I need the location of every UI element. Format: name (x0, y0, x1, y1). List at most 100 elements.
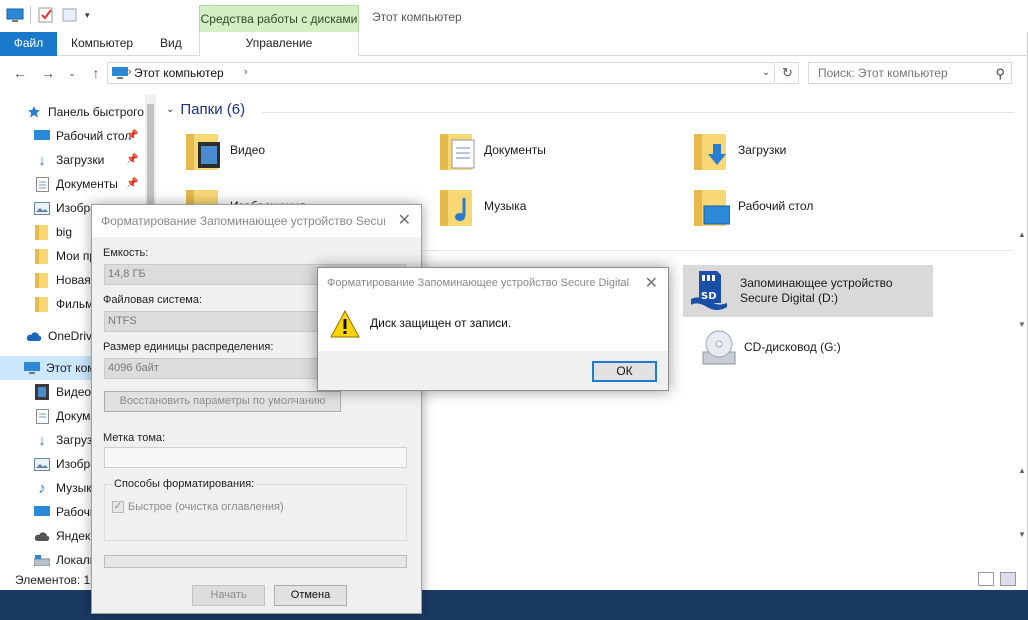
sidebar-item-music[interactable]: ♪ Музыка (34, 476, 98, 500)
tab-manage[interactable]: Управление (199, 32, 359, 56)
folder-item-desktop[interactable]: Рабочий стол (694, 186, 813, 226)
search-input[interactable] (809, 63, 989, 83)
content-scrollbar[interactable]: ▲ ▼ ▲ ▼ (1016, 94, 1028, 570)
new-folder-icon[interactable] (61, 6, 79, 24)
group-header-folders[interactable]: ⌄ Папки (6) (166, 101, 245, 118)
yadisk-icon (34, 528, 50, 544)
sidebar-item-label: Рабочий стол (56, 129, 132, 143)
dialog-title: Форматирование Запоминающее устройство S… (101, 214, 385, 228)
scroll-down-icon[interactable]: ▼ (1018, 530, 1026, 539)
checkbox-label: Быстрое (очистка оглавления) (128, 501, 284, 513)
folder-item-downloads[interactable]: Загрузки (694, 130, 786, 170)
sidebar-item-downloads[interactable]: ↓ Загрузки (34, 148, 104, 172)
star-icon (26, 104, 42, 120)
address-dropdown-icon[interactable]: ⌄ (757, 62, 775, 84)
sidebar-item-onedrive[interactable]: OneDrive (26, 324, 99, 348)
items-count: Элементов: 12 (15, 573, 97, 587)
allocation-label: Размер единицы распределения: (103, 341, 274, 353)
quick-format-checkbox[interactable]: ✓ Быстрое (очистка оглавления) (112, 501, 284, 513)
refresh-icon[interactable]: ↻ (777, 62, 799, 84)
scroll-down-icon[interactable]: ▼ (1018, 320, 1026, 329)
recent-dropdown-icon[interactable]: ⌄ (64, 65, 80, 81)
desktop-icon (34, 128, 50, 144)
folder-item-video[interactable]: Видео (186, 130, 265, 170)
pin-icon[interactable]: 📌 (126, 130, 138, 141)
music-folder-icon (440, 190, 472, 226)
toolbar-separator (30, 6, 31, 24)
drive-label-line2: Secure Digital (D:) (740, 291, 839, 305)
address-bar[interactable]: › Этот компьютер › (107, 62, 775, 84)
download-icon: ↓ (38, 431, 46, 449)
checkbox-checked-icon[interactable]: ✓ (112, 501, 124, 513)
message-box: Форматирование Запоминающее устройство S… (317, 267, 669, 391)
group-title: Папки (6) (180, 101, 246, 118)
tab-file[interactable]: Файл (0, 32, 57, 56)
pin-icon[interactable]: 📌 (126, 154, 138, 165)
folder-icon (34, 224, 50, 240)
desktop-icon (34, 504, 50, 520)
sidebar-item-label: big (56, 225, 73, 239)
restore-defaults-button[interactable]: Восстановить параметры по умолчанию (104, 391, 341, 412)
volume-label-caption: Метка тома: (103, 432, 166, 444)
warning-icon (330, 309, 360, 338)
chevron-down-icon[interactable]: ⌄ (166, 104, 174, 115)
sidebar-item-quick-access[interactable]: Панель быстрого доступа (26, 100, 156, 124)
sidebar-item-video[interactable]: Видео (34, 380, 91, 404)
format-progress-bar (104, 555, 407, 568)
breadcrumb-chevron-icon[interactable]: › (128, 66, 132, 78)
breadcrumb-chevron-icon[interactable]: › (244, 66, 248, 78)
forward-arrow-icon[interactable]: → (40, 65, 56, 81)
drive-label: CD-дисковод (G:) (744, 340, 841, 354)
download-icon: ↓ (38, 151, 46, 169)
close-icon[interactable]: ✕ (645, 273, 658, 293)
large-icons-view-icon[interactable] (1000, 572, 1016, 586)
drive-item-sd-card[interactable]: SD Запоминающее устройство Secure Digita… (683, 265, 933, 317)
disk-icon (34, 552, 50, 568)
drive-label-line1: Запоминающее устройство (740, 276, 893, 290)
group-legend: Способы форматирования: (112, 478, 257, 490)
customize-toolbar-icon[interactable]: ▾ (85, 10, 90, 21)
folder-label: Документы (484, 143, 546, 157)
properties-icon[interactable] (37, 6, 55, 24)
svg-text:SD: SD (701, 291, 717, 302)
folder-label: Видео (230, 143, 266, 157)
format-options-group: Способы форматирования: ✓ Быстрое (очист… (104, 478, 407, 541)
sd-card-icon: SD (691, 271, 727, 310)
search-icon[interactable]: ⚲ (995, 66, 1005, 82)
close-icon[interactable]: ✕ (398, 210, 411, 230)
sidebar-item-desktop[interactable]: Рабочий стол (34, 124, 131, 148)
details-view-icon[interactable] (978, 572, 994, 586)
sidebar-item-label: Загрузки (56, 153, 105, 167)
folder-item-documents[interactable]: Документы (440, 130, 546, 170)
volume-label-input[interactable] (104, 447, 407, 468)
music-icon: ♪ (38, 479, 46, 497)
start-button[interactable]: Начать (192, 585, 265, 606)
folder-item-music[interactable]: Музыка (440, 186, 526, 226)
sidebar-item-label: Панель быстрого доступа (48, 105, 156, 119)
folder-label: Рабочий стол (738, 199, 814, 213)
scroll-up-icon[interactable]: ▲ (1018, 230, 1026, 239)
scroll-up-icon[interactable]: ▲ (1018, 466, 1026, 475)
sidebar-item-documents[interactable]: Документы (34, 172, 118, 196)
video-icon (34, 384, 50, 400)
documents-folder-icon (440, 134, 475, 170)
drive-item-cd[interactable]: CD-дисковод (G:) (702, 328, 841, 366)
computer-icon[interactable] (6, 6, 24, 24)
sidebar-item-big[interactable]: big (34, 220, 72, 244)
pin-icon[interactable]: 📌 (126, 178, 138, 189)
back-arrow-icon[interactable]: ← (12, 65, 28, 81)
pictures-icon (34, 456, 50, 472)
folder-icon (34, 272, 50, 288)
cloud-icon (26, 328, 42, 344)
breadcrumb[interactable]: Этот компьютер (134, 66, 224, 80)
up-arrow-icon[interactable]: ↑ (88, 65, 104, 81)
pictures-icon (34, 200, 50, 216)
search-box[interactable]: ⚲ (808, 62, 1012, 84)
tab-view[interactable]: Вид (148, 32, 194, 56)
divider (420, 250, 1014, 251)
window-title: Этот компьютер (372, 10, 462, 24)
divider (262, 112, 1014, 113)
ok-button[interactable]: ОК (592, 361, 657, 382)
cancel-button[interactable]: Отмена (274, 585, 347, 606)
tab-computer[interactable]: Компьютер (59, 32, 145, 56)
